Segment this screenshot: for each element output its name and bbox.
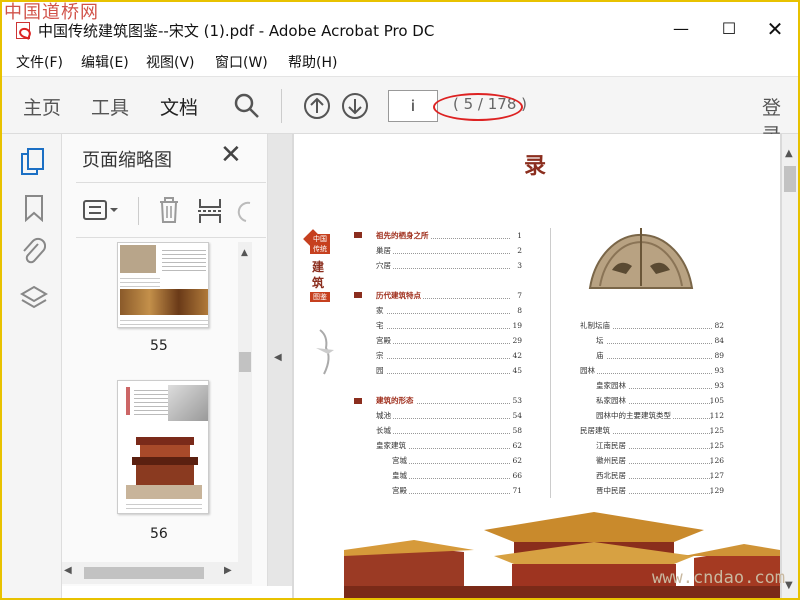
maximize-button[interactable]: ☐: [706, 14, 752, 44]
document-scrollbar[interactable]: ▲ ▼: [782, 134, 798, 598]
options-menu-icon[interactable]: [82, 199, 122, 223]
navigation-rail: [2, 134, 62, 598]
page-thumbnails-icon[interactable]: [20, 148, 46, 176]
scroll-thumb[interactable]: [239, 352, 251, 372]
document-scroll-thumb[interactable]: [784, 166, 796, 192]
minimize-button[interactable]: —: [658, 14, 704, 44]
section-marker: [354, 232, 362, 238]
menu-window[interactable]: 窗口(W): [215, 52, 268, 72]
toc-heading: 录: [524, 153, 547, 179]
toc-right-column: 礼制坛庙 82 坛 84 庙 89 园林 93 皇家园林 93 私家园林 105 园林中的主…: [580, 321, 724, 495]
layers-icon[interactable]: [20, 284, 48, 314]
thumbnail-scrollbar[interactable]: ▲: [238, 242, 252, 572]
annotation-ellipse: [433, 93, 523, 121]
eave-tile-illustration: [588, 228, 694, 289]
thumbnail-hscrollbar[interactable]: ◀ ▶: [62, 562, 252, 584]
menu-bar: 文件(F) 编辑(E) 视图(V) 窗口(W) 帮助(H): [2, 48, 798, 74]
delete-page-icon[interactable]: [156, 195, 182, 225]
panel-divider: [138, 197, 139, 225]
tab-tools[interactable]: 工具: [91, 93, 129, 120]
hscroll-thumb[interactable]: [84, 567, 204, 579]
title-bar: 中国道桥网 中国传统建筑图鉴--宋文 (1).pdf - Adobe Acrob…: [2, 2, 798, 46]
section-marker: [354, 398, 362, 404]
collapse-arrow-icon[interactable]: ◀: [274, 352, 282, 363]
menu-help[interactable]: 帮助(H): [288, 52, 337, 72]
toc-left-column: 祖先的栖身之所 1 巢居 2 穴居 3 历代建筑特点 7 家8 宅 19 宫殿 29 宗 42…: [376, 231, 522, 495]
thumbnail-page-55[interactable]: [117, 242, 209, 328]
extract-page-icon[interactable]: [196, 197, 224, 225]
previous-page-icon[interactable]: [303, 92, 331, 120]
watermark-bottom: www.cndao.com: [652, 568, 786, 588]
acrobat-window: 中国道桥网 中国传统建筑图鉴--宋文 (1).pdf - Adobe Acrob…: [2, 2, 798, 598]
bookmark-icon[interactable]: [24, 194, 44, 222]
menu-view[interactable]: 视图(V): [146, 52, 195, 72]
tab-document[interactable]: 文档: [160, 93, 199, 138]
book-title-block: 中国 传统 建 筑 图鉴: [303, 229, 332, 308]
thumbnail-panel: 页面缩略图 ✕ 55 56 ▲ ◀ ▶: [62, 134, 268, 586]
toolbar-divider: [281, 89, 282, 123]
attachment-icon[interactable]: [20, 236, 46, 266]
thumbnail-label-56: 56: [150, 526, 168, 542]
panel-toolbar: [76, 182, 266, 238]
thumbnail-label-55: 55: [150, 338, 168, 354]
tab-home[interactable]: 主页: [23, 93, 61, 120]
page-number-input[interactable]: i: [388, 90, 438, 122]
toolbar: 主页 工具 文档 i ( 5 / 178 ) 登录: [2, 76, 798, 146]
panel-title: 页面缩略图: [82, 150, 172, 171]
thumbnail-page-56[interactable]: [117, 380, 209, 514]
window-title: 中国传统建筑图鉴--宋文 (1).pdf - Adobe Acrobat Pro…: [38, 22, 435, 40]
menu-file[interactable]: 文件(F): [16, 52, 63, 72]
column-divider: [550, 228, 551, 498]
close-panel-icon[interactable]: ✕: [220, 140, 242, 170]
thumbnail-list: 55 56: [62, 242, 252, 562]
document-view: 录 中国 传统 建 筑 图鉴 祖先的栖身之所 1 巢居 2 穴居 3 历代建筑特…: [292, 134, 798, 598]
pdf-file-icon: [16, 22, 30, 39]
rotate-page-icon[interactable]: [236, 199, 254, 225]
pdf-page: 录 中国 传统 建 筑 图鉴 祖先的栖身之所 1 巢居 2 穴居 3 历代建筑特…: [294, 134, 780, 598]
close-window-button[interactable]: ✕: [752, 14, 798, 44]
panel-collapse-bar[interactable]: ◀: [268, 134, 292, 586]
crane-illustration: [316, 329, 334, 375]
menu-edit[interactable]: 编辑(E): [81, 52, 129, 72]
next-page-icon[interactable]: [341, 92, 369, 120]
search-icon[interactable]: [234, 93, 260, 119]
section-marker: [354, 292, 362, 298]
